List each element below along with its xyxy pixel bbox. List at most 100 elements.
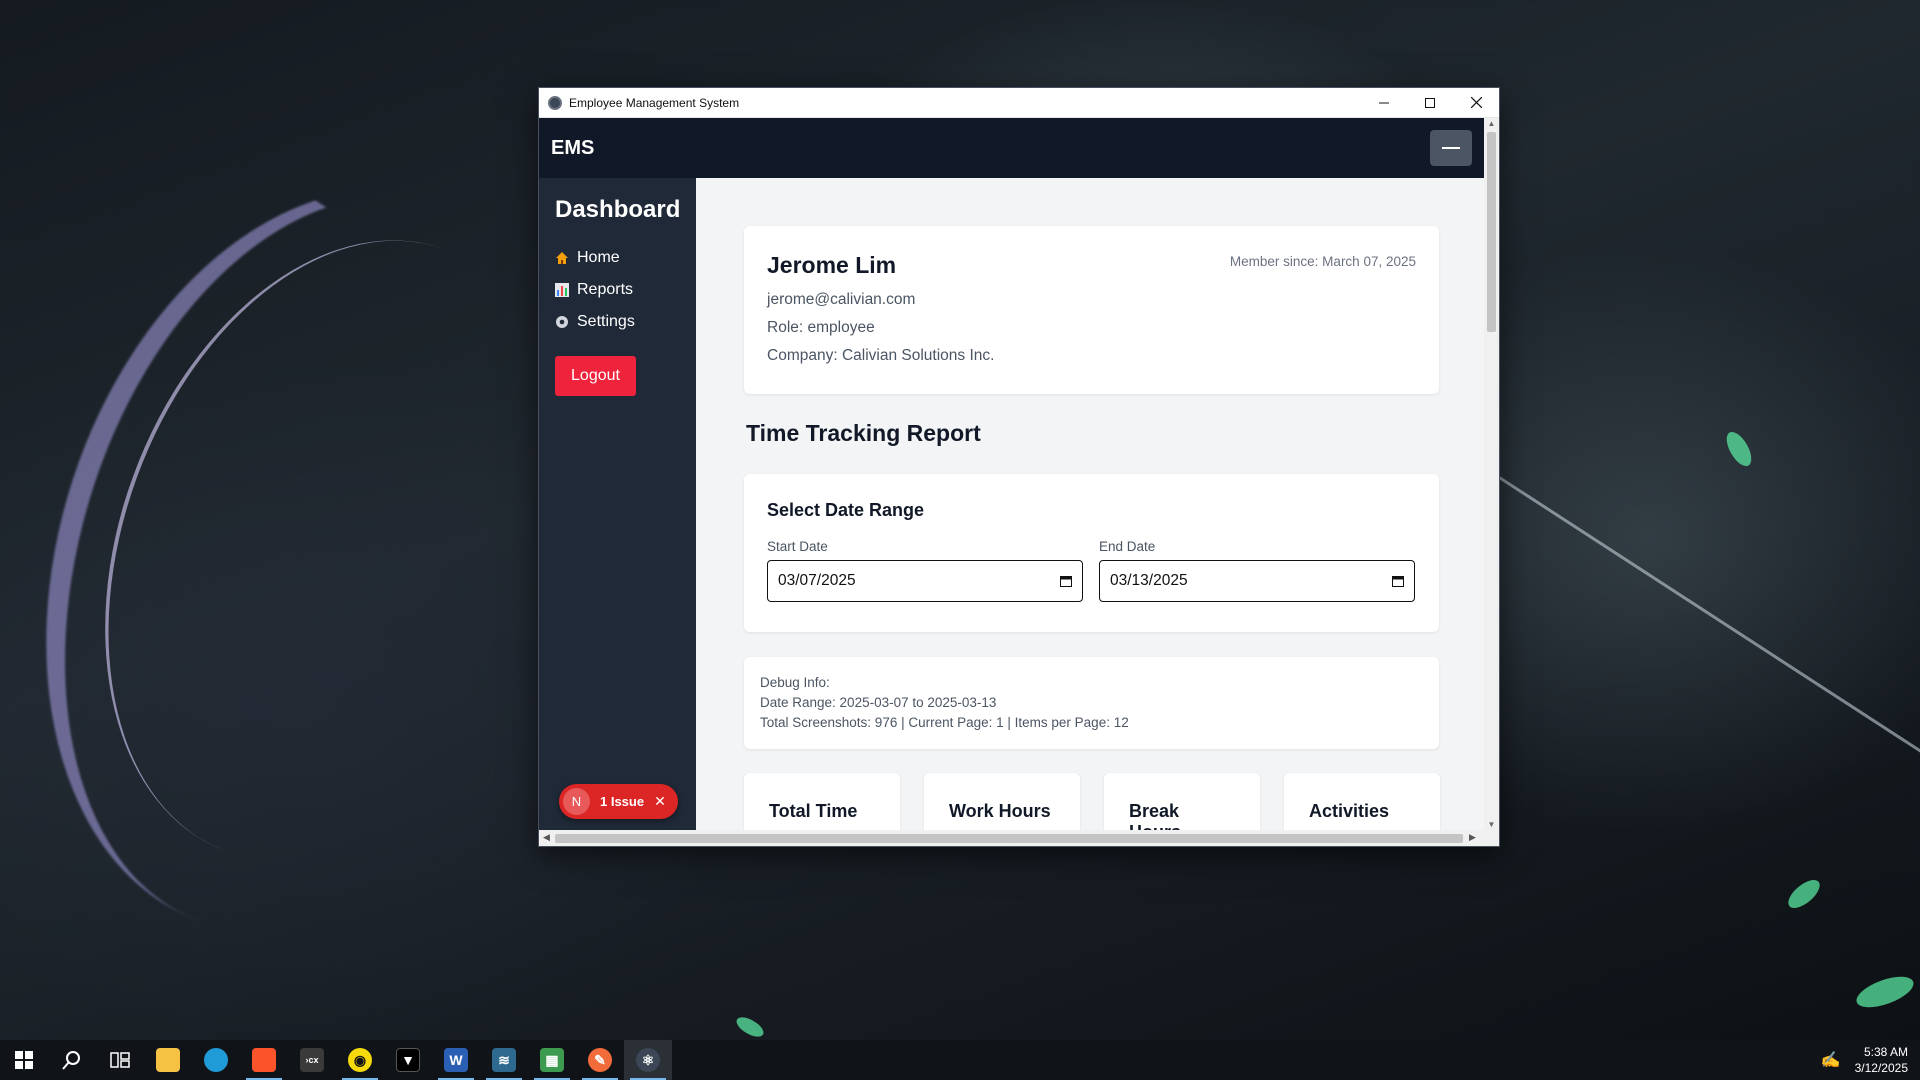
app-icon: ◉ [348,1048,372,1072]
profile-company: Company: Calivian Solutions Inc. [767,347,995,364]
maximize-button[interactable] [1407,88,1453,118]
stat-card-activities: Activities [1284,773,1440,830]
profile-email: jerome@calivian.com [767,291,916,308]
menu-toggle-button[interactable] [1430,130,1472,166]
app-content: EMS Dashboard Home Reports Settings Logo… [539,118,1484,830]
end-date-input[interactable]: 03/13/2025 [1099,560,1415,602]
taskbar-app-edge[interactable] [192,1040,240,1080]
system-tray: ✍ 5:38 AM 3/12/2025 [1821,1040,1908,1080]
window-titlebar[interactable]: Employee Management System [539,88,1499,118]
stat-card-break-hours: Break Hours [1104,773,1260,830]
maximize-icon [1425,97,1435,108]
top-navbar: EMS [539,118,1484,178]
clock-time: 5:38 AM [1863,1045,1908,1059]
debug-pagination: Total Screenshots: 976 | Current Page: 1… [760,715,1129,730]
horizontal-scrollbar[interactable]: ◀ ▶ [539,830,1499,846]
minus-icon [1442,147,1460,149]
folder-icon [156,1048,180,1072]
task-view-icon [110,1052,130,1068]
scrollbar-thumb[interactable] [1487,132,1496,332]
app-icon: ▼ [396,1048,420,1072]
wallpaper-leaf [1783,874,1825,914]
date-range-heading: Select Date Range [767,500,925,520]
stat-card-work-hours: Work Hours [924,773,1080,830]
end-date-value: 03/13/2025 [1110,572,1188,589]
taskbar-app-yellow[interactable]: ◉ [336,1040,384,1080]
app-icon [548,95,562,110]
search-icon [62,1051,80,1070]
issue-count-label: 1 Issue [600,794,645,809]
scroll-up-arrow[interactable]: ▲ [1484,119,1499,128]
taskbar-app-terminal[interactable]: ›cx [288,1040,336,1080]
app-window: Employee Management System EMS Dashboard… [539,88,1499,846]
profile-card: Jerome Lim jerome@calivian.com Role: emp… [744,226,1439,394]
start-date-label: Start Date [767,539,828,554]
terminal-icon: ›cx [300,1048,324,1072]
sidebar-item-label: Home [577,249,620,266]
edge-icon [204,1048,228,1072]
electron-icon: ⚛ [636,1048,660,1072]
member-since: Member since: March 07, 2025 [1229,254,1416,269]
gear-icon [555,315,569,329]
scroll-down-arrow[interactable]: ▼ [1484,820,1499,829]
date-range-card: Select Date Range Start Date 03/07/2025 … [744,474,1439,632]
vertical-scrollbar[interactable]: ▲ ▼ [1484,118,1499,830]
debug-heading: Debug Info: [760,675,830,690]
sidebar-item-reports[interactable]: Reports [555,274,680,306]
word-icon: W [444,1048,468,1072]
debug-info-card: Debug Info: Date Range: 2025-03-07 to 20… [744,657,1439,749]
debug-date-range: Date Range: 2025-03-07 to 2025-03-13 [760,695,997,710]
sidebar: Dashboard Home Reports Settings Logout N… [539,178,696,830]
taskbar-clock[interactable]: 5:38 AM 3/12/2025 [1855,1044,1908,1076]
report-title: Time Tracking Report [746,420,981,446]
start-button[interactable] [0,1040,48,1080]
close-icon[interactable]: ✕ [654,793,666,810]
scrollbar-thumb[interactable] [555,834,1463,843]
profile-role: Role: employee [767,319,875,336]
start-date-value: 03/07/2025 [778,572,856,589]
minimize-button[interactable] [1361,88,1407,118]
sidebar-item-home[interactable]: Home [555,242,680,274]
pen-icon[interactable]: ✍ [1821,1050,1841,1070]
taskbar-app-mysql-workbench[interactable]: ≋ [480,1040,528,1080]
stat-card-total-time: Total Time [744,773,900,830]
scroll-right-arrow[interactable]: ▶ [1469,832,1476,843]
taskbar-app-word[interactable]: W [432,1040,480,1080]
taskbar-app-black[interactable]: ▼ [384,1040,432,1080]
brave-icon [252,1048,276,1072]
home-icon [555,251,569,265]
brand-logo[interactable]: EMS [551,137,594,160]
scroll-left-arrow[interactable]: ◀ [543,832,550,843]
taskbar-app-excel[interactable]: ▦ [528,1040,576,1080]
windows-icon [15,1051,33,1069]
sidebar-item-label: Reports [577,281,634,298]
wallpaper-leaf [1852,970,1918,1014]
close-button[interactable] [1453,88,1499,118]
sidebar-item-label: Settings [577,313,635,330]
window-title: Employee Management System [569,95,740,110]
search-button[interactable] [48,1040,96,1080]
taskbar-app-postman[interactable]: ✎ [576,1040,624,1080]
clock-date: 3/12/2025 [1854,1061,1908,1075]
issues-badge[interactable]: N 1 Issue ✕ [559,784,678,819]
logout-button[interactable]: Logout [555,356,636,396]
minimize-icon [1379,102,1389,103]
sidebar-item-settings[interactable]: Settings [555,306,680,338]
start-date-input[interactable]: 03/07/2025 [767,560,1083,602]
close-icon [1470,97,1482,108]
chart-icon [555,283,569,297]
main-panel: Jerome Lim jerome@calivian.com Role: emp… [696,178,1484,830]
taskbar: ›cx ◉ ▼ W ≋ ▦ ✎ ⚛ ✍ 5:38 AM 3/12/2025 [0,1040,1920,1080]
postman-icon: ✎ [588,1048,612,1072]
wallpaper-leaf [1721,428,1757,470]
calendar-icon [1392,576,1404,587]
sidebar-heading: Dashboard [555,196,681,223]
taskbar-app-brave[interactable] [240,1040,288,1080]
taskbar-app-electron[interactable]: ⚛ [624,1040,672,1080]
wallpaper-blade [1489,470,1920,756]
database-icon: ≋ [492,1048,516,1072]
taskbar-app-file-explorer[interactable] [144,1040,192,1080]
end-date-label: End Date [1099,539,1156,554]
task-view-button[interactable] [96,1040,144,1080]
calendar-icon [1060,576,1072,587]
